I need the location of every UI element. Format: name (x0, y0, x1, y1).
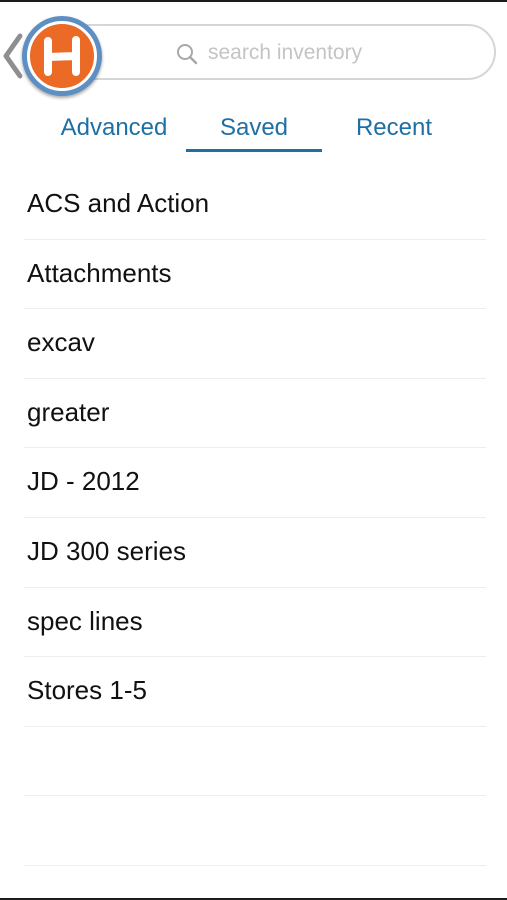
list-item-label: JD 300 series (27, 535, 186, 566)
tab-bar: Advanced Saved Recent (0, 106, 507, 156)
empty-row (0, 727, 507, 797)
empty-row (0, 796, 507, 866)
search-input[interactable] (208, 34, 478, 72)
app-logo[interactable] (22, 16, 102, 96)
list-item[interactable]: spec lines (0, 588, 507, 658)
row-divider (24, 864, 486, 866)
tab-recent[interactable]: Recent (326, 106, 462, 154)
list-item[interactable]: JD - 2012 (0, 448, 507, 518)
search-icon (177, 44, 198, 65)
search-box[interactable] (60, 24, 496, 80)
list-item[interactable]: ACS and Action (0, 170, 507, 240)
header-bar (0, 2, 507, 102)
list-item-label: Stores 1-5 (27, 675, 147, 706)
list-item-label: greater (27, 396, 110, 427)
list-item[interactable]: JD 300 series (0, 518, 507, 588)
list-item[interactable]: greater (0, 379, 507, 449)
list-item-label: excav (27, 327, 95, 358)
list-item-label: JD - 2012 (27, 466, 140, 497)
h-logo-icon (44, 36, 80, 76)
active-tab-indicator (186, 149, 322, 152)
list-item-label: spec lines (27, 605, 143, 636)
list-item[interactable]: Attachments (0, 240, 507, 310)
list-item[interactable]: Stores 1-5 (0, 657, 507, 727)
saved-searches-list: ACS and Action Attachments excav greater… (0, 170, 507, 866)
list-item-label: ACS and Action (27, 188, 210, 218)
list-item-label: Attachments (27, 257, 172, 288)
tab-saved[interactable]: Saved (186, 106, 322, 154)
tab-advanced[interactable]: Advanced (46, 106, 182, 154)
list-item[interactable]: excav (0, 309, 507, 379)
